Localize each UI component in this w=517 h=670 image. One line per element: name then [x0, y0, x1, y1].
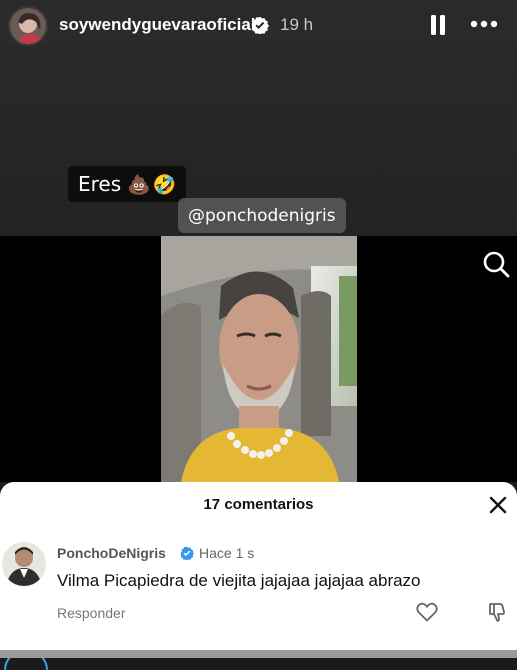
comment-time: Hace 1 s — [199, 545, 255, 561]
comment-avatar[interactable] — [2, 542, 46, 586]
verified-badge-icon — [251, 16, 269, 34]
story-viewer[interactable]: soywendyguevaraoficial 19 h Eres 💩🤣 @pon… — [0, 0, 517, 482]
close-icon[interactable] — [488, 495, 508, 515]
comment-text: Vilma Picapiedra de viejita jajajaa jaja… — [57, 571, 421, 590]
verified-badge-icon — [180, 546, 194, 560]
pause-icon[interactable] — [430, 15, 446, 35]
search-icon[interactable] — [482, 250, 510, 278]
story-time: 19 h — [280, 15, 314, 34]
story-username[interactable]: soywendyguevaraoficial — [59, 15, 256, 35]
dislike-icon[interactable] — [487, 601, 509, 623]
story-avatar[interactable] — [8, 6, 48, 46]
bottom-bar — [0, 650, 517, 658]
comments-sheet: 17 comentarios PonchoDeNigris Hace 1 s V… — [0, 482, 517, 670]
sticker-text: Eres — [78, 172, 122, 196]
sticker-emoji: 💩🤣 — [127, 173, 179, 196]
comments-count-title: 17 comentarios — [203, 496, 314, 513]
text-sticker: Eres 💩🤣 — [68, 166, 187, 202]
story-video[interactable] — [161, 236, 357, 482]
more-icon[interactable] — [470, 17, 498, 31]
story-header: soywendyguevaraoficial 19 h — [0, 0, 517, 54]
comment-author[interactable]: PonchoDeNigris — [57, 545, 166, 561]
heart-icon[interactable] — [416, 602, 438, 622]
reply-button[interactable]: Responder — [57, 605, 126, 621]
mention-sticker[interactable]: @ponchodenigris — [178, 198, 346, 233]
